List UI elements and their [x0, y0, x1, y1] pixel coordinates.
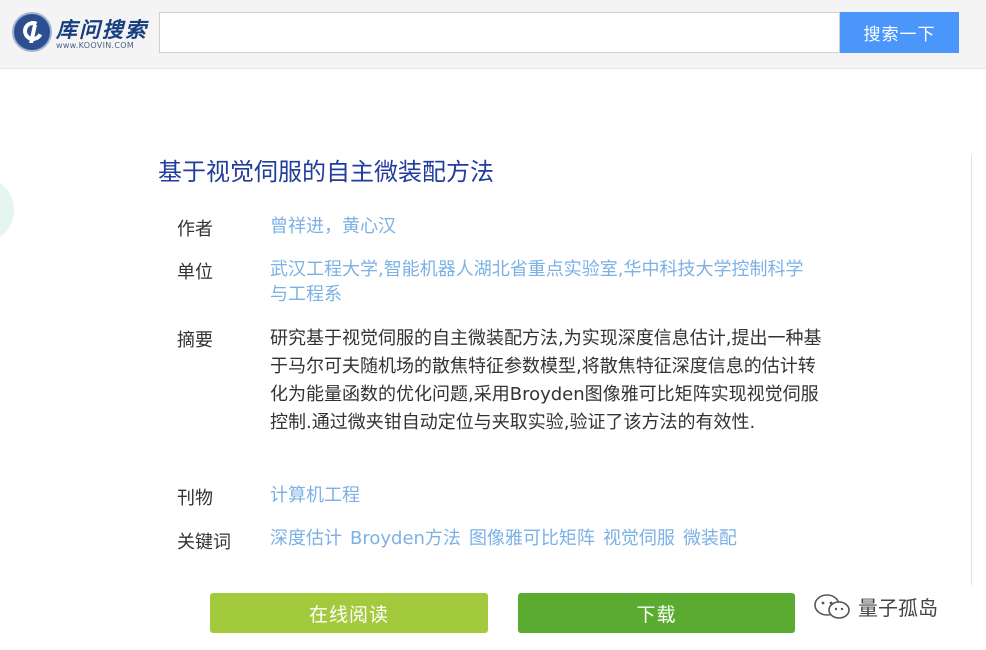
- read-online-button[interactable]: 在线阅读: [210, 593, 488, 633]
- keywords-list: 深度估计 Broyden方法 图像雅可比矩阵 视觉伺服 微装配: [270, 526, 830, 551]
- logo-url: www.KOOVIN.COM: [56, 41, 135, 50]
- keyword-link[interactable]: 深度估计: [270, 528, 342, 549]
- journal-label: 刊物: [177, 488, 213, 509]
- keywords-label: 关键词: [177, 532, 231, 553]
- logo-mark-icon: [12, 12, 52, 52]
- side-float-circle[interactable]: [0, 180, 14, 240]
- keyword-link[interactable]: 微装配: [683, 528, 737, 549]
- top-header: 库问搜索 www.KOOVIN.COM 搜索一下: [0, 0, 986, 69]
- article-title: 基于视觉伺服的自主微装配方法: [158, 158, 494, 186]
- keyword-link[interactable]: 图像雅可比矩阵: [469, 528, 595, 549]
- author-label: 作者: [177, 219, 213, 240]
- unit-value[interactable]: 武汉工程大学,智能机器人湖北省重点实验室,华中科技大学控制科学与工程系: [270, 257, 815, 307]
- site-logo[interactable]: 库问搜索 www.KOOVIN.COM: [12, 12, 152, 56]
- search-input[interactable]: [159, 12, 840, 53]
- wechat-icon: [814, 593, 850, 619]
- watermark-text: 量子孤岛: [858, 596, 938, 620]
- logo-title: 库问搜索: [56, 17, 148, 42]
- keyword-link[interactable]: Broyden方法: [350, 528, 461, 549]
- watermark: 量子孤岛: [812, 592, 938, 621]
- keyword-link[interactable]: 视觉伺服: [603, 528, 675, 549]
- abstract-label: 摘要: [177, 330, 213, 351]
- author-value[interactable]: 曾祥进，黄心汉: [270, 214, 830, 239]
- unit-label: 单位: [177, 262, 213, 283]
- download-button[interactable]: 下载: [518, 593, 795, 633]
- right-divider: [971, 155, 972, 585]
- search-button[interactable]: 搜索一下: [840, 12, 959, 53]
- abstract-text: 研究基于视觉伺服的自主微装配方法,为实现深度信息估计,提出一种基于马尔可夫随机场…: [270, 328, 822, 433]
- journal-value[interactable]: 计算机工程: [270, 483, 830, 508]
